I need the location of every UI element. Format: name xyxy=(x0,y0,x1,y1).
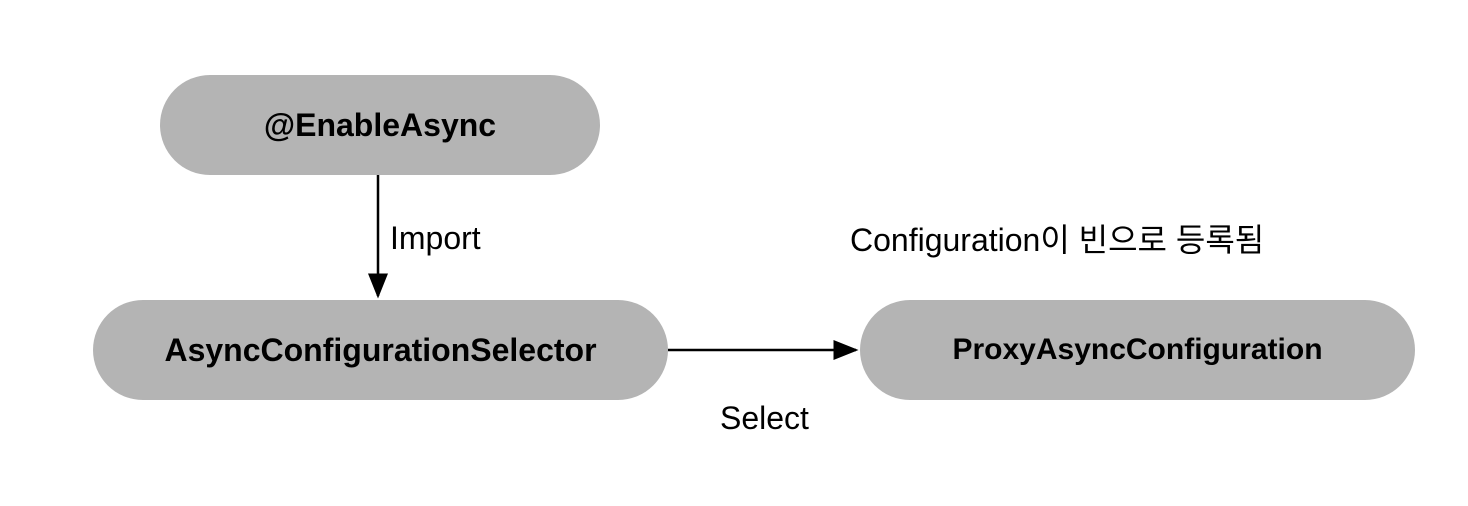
edge-label-import: Import xyxy=(390,220,481,257)
node-enable-async: @EnableAsync xyxy=(160,75,600,175)
edge-label-select: Select xyxy=(720,400,809,437)
node-proxy-label: ProxyAsyncConfiguration xyxy=(952,333,1322,367)
annotation-configuration-bean: Configuration이 빈으로 등록됨 xyxy=(850,215,1264,261)
node-proxy-async-configuration: ProxyAsyncConfiguration xyxy=(860,300,1415,400)
node-enable-async-label: @EnableAsync xyxy=(264,107,496,144)
node-selector-label: AsyncConfigurationSelector xyxy=(164,332,596,369)
node-async-configuration-selector: AsyncConfigurationSelector xyxy=(93,300,668,400)
